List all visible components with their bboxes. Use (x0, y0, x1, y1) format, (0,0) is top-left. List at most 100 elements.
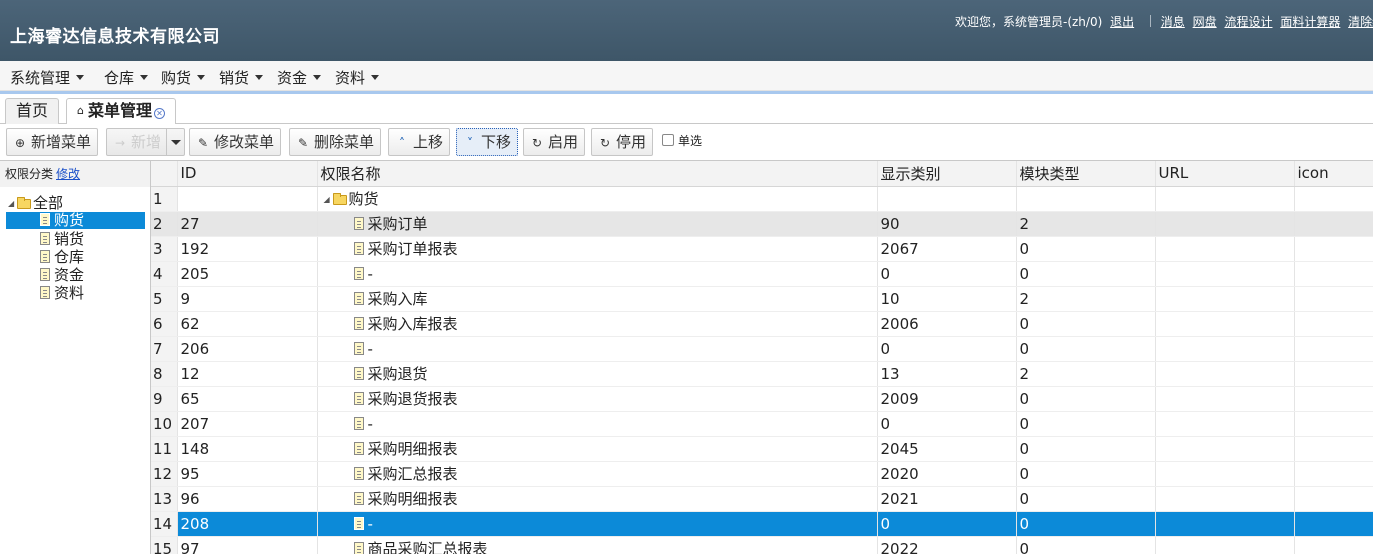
netdisk-link[interactable]: 网盘 (1193, 15, 1217, 29)
tab-label: 菜单管理 (87, 101, 152, 120)
column-header-url[interactable]: URL (1155, 161, 1295, 187)
single-select-toggle[interactable]: 单选 (662, 132, 702, 149)
cell-url (1155, 461, 1295, 487)
button-label: 修改菜单 (214, 133, 275, 151)
delete-menu-button[interactable]: ✎ 删除菜单 (289, 128, 382, 156)
cell-icon (1294, 386, 1373, 412)
cell-url (1155, 411, 1295, 437)
cell-module-type: 0 (1016, 336, 1156, 362)
table-row[interactable]: 4 205 - 0 0 (151, 261, 1373, 287)
menu-system-admin[interactable]: 系统管理 (10, 67, 85, 88)
cell-name: - (317, 511, 878, 537)
cell-id: 207 (177, 411, 318, 437)
tab-home[interactable]: 首页 (5, 98, 60, 124)
chevron-down-icon (197, 75, 206, 80)
cell-name: 采购退货 (317, 361, 878, 387)
disable-button[interactable]: ↻ 停用 (591, 128, 654, 156)
move-down-button[interactable]: ˅ 下移 (456, 128, 519, 156)
cell-show-type: 2021 (877, 486, 1017, 512)
table-row[interactable]: 3 192 采购订单报表 2067 0 (151, 236, 1373, 262)
menu-funds[interactable]: 资金 (277, 67, 322, 88)
single-select-checkbox[interactable] (662, 134, 674, 146)
table-row[interactable]: 11 148 采购明细报表 2045 0 (151, 436, 1373, 462)
edit-category-link[interactable]: 修改 (56, 167, 80, 181)
column-header-module-type[interactable]: 模块类型 (1016, 161, 1156, 187)
table-row[interactable]: 8 12 采购退货 13 2 (151, 361, 1373, 387)
cell-module-type: 0 (1016, 311, 1156, 337)
column-header-id[interactable]: ID (177, 161, 318, 187)
cell-show-type: 2022 (877, 536, 1017, 554)
cell-name: 采购订单报表 (317, 236, 878, 262)
table-row[interactable]: 1 ◢ 购货 (151, 186, 1373, 212)
tree-node-purchase[interactable]: 购货 (6, 212, 145, 229)
document-icon (353, 266, 364, 280)
chevron-down-icon (255, 75, 264, 80)
cell-id: 12 (177, 361, 318, 387)
tree-collapse-icon[interactable]: ◢ (324, 195, 333, 204)
column-header-name[interactable]: 权限名称 (317, 161, 878, 187)
tree-node-root[interactable]: ◢ 全部 (8, 195, 63, 212)
table-row[interactable]: 7 206 - 0 0 (151, 336, 1373, 362)
cell-id: 9 (177, 286, 318, 312)
move-up-button[interactable]: ˄ 上移 (388, 128, 451, 156)
menu-name-label: 采购汇总报表 (367, 465, 458, 483)
close-icon[interactable]: ✕ (154, 108, 165, 119)
document-icon (353, 516, 364, 530)
split-dropdown[interactable] (166, 129, 184, 155)
tree-node-sales[interactable]: 销货 (40, 231, 84, 248)
tree-node-data[interactable]: 资料 (40, 285, 84, 302)
table-row[interactable]: 9 65 采购退货报表 2009 0 (151, 386, 1373, 412)
cell-id (177, 186, 318, 212)
tree-label: 资料 (54, 284, 85, 302)
tree-collapse-icon[interactable]: ◢ (8, 195, 17, 212)
cell-icon (1294, 336, 1373, 362)
enable-button[interactable]: ↻ 启用 (523, 128, 586, 156)
menu-sales[interactable]: 销货 (219, 67, 264, 88)
messages-link[interactable]: 消息 (1161, 15, 1185, 29)
cell-module-type: 0 (1016, 236, 1156, 262)
cell-show-type: 0 (877, 411, 1017, 437)
cell-show-type: 0 (877, 336, 1017, 362)
cell-url (1155, 486, 1295, 512)
table-row[interactable]: 5 9 采购入库 10 2 (151, 286, 1373, 312)
row-number: 1 (151, 186, 178, 212)
table-row[interactable]: 13 96 采购明细报表 2021 0 (151, 486, 1373, 512)
column-header-icon[interactable]: icon (1294, 161, 1373, 187)
cell-name: 采购明细报表 (317, 486, 878, 512)
workflow-design-link[interactable]: 流程设计 (1224, 15, 1272, 29)
table-row[interactable]: 12 95 采购汇总报表 2020 0 (151, 461, 1373, 487)
logout-link[interactable]: 退出 (1110, 15, 1134, 29)
table-row[interactable]: 10 207 - 0 0 (151, 411, 1373, 437)
table-row[interactable]: 15 97 商品采购汇总报表 2022 0 (151, 536, 1373, 554)
cell-name: - (317, 261, 878, 287)
menu-table: ID 权限名称 显示类别 模块类型 URL icon 1 ◢ 购货 2 27 采购订单 90… (151, 161, 1373, 554)
column-header-show-type[interactable]: 显示类别 (877, 161, 1017, 187)
document-icon (353, 367, 364, 380)
tab-menu-management[interactable]: ⌂ 菜单管理 ✕ (66, 98, 176, 125)
cell-icon (1294, 311, 1373, 337)
cell-module-type: 0 (1016, 436, 1156, 462)
cell-show-type: 2006 (877, 311, 1017, 337)
row-number: 6 (151, 311, 178, 337)
cell-module-type: 0 (1016, 386, 1156, 412)
add-menu-button[interactable]: ⊕ 新增菜单 (6, 128, 99, 156)
clear-cache-link[interactable]: 清除缓存 (1348, 15, 1373, 29)
menu-purchase[interactable]: 购货 (161, 67, 206, 88)
menu-data[interactable]: 资料 (335, 67, 380, 88)
cell-name: 采购入库 (317, 286, 878, 312)
menu-treegrid: ID 权限名称 显示类别 模块类型 URL icon 1 ◢ 购货 2 27 采购订单 90… (151, 160, 1373, 554)
cell-url (1155, 261, 1295, 287)
add-split-button[interactable]: → 新增 (106, 128, 185, 156)
table-row[interactable]: 6 62 采购入库报表 2006 0 (151, 311, 1373, 337)
edit-menu-button[interactable]: ✎ 修改菜单 (189, 128, 282, 156)
menu-name-label: 采购入库 (367, 290, 428, 308)
fabric-calculator-link[interactable]: 面料计算器 (1280, 15, 1340, 29)
table-row[interactable]: 14 208 - 0 0 (151, 511, 1373, 537)
tree-node-funds[interactable]: 资金 (40, 267, 84, 284)
toolbar: ⊕ 新增菜单 → 新增 ✎ 修改菜单 ✎ 删除菜单 ˄ 上移 ˅ 下移 ↻ 启用 ↻ 停用 单选 (0, 124, 1373, 160)
cell-name: 采购明细报表 (317, 436, 878, 462)
tree-node-warehouse[interactable]: 仓库 (40, 249, 84, 266)
cell-module-type: 2 (1016, 211, 1156, 237)
table-row[interactable]: 2 27 采购订单 90 2 (151, 211, 1373, 237)
menu-warehouse[interactable]: 仓库 (104, 67, 149, 88)
